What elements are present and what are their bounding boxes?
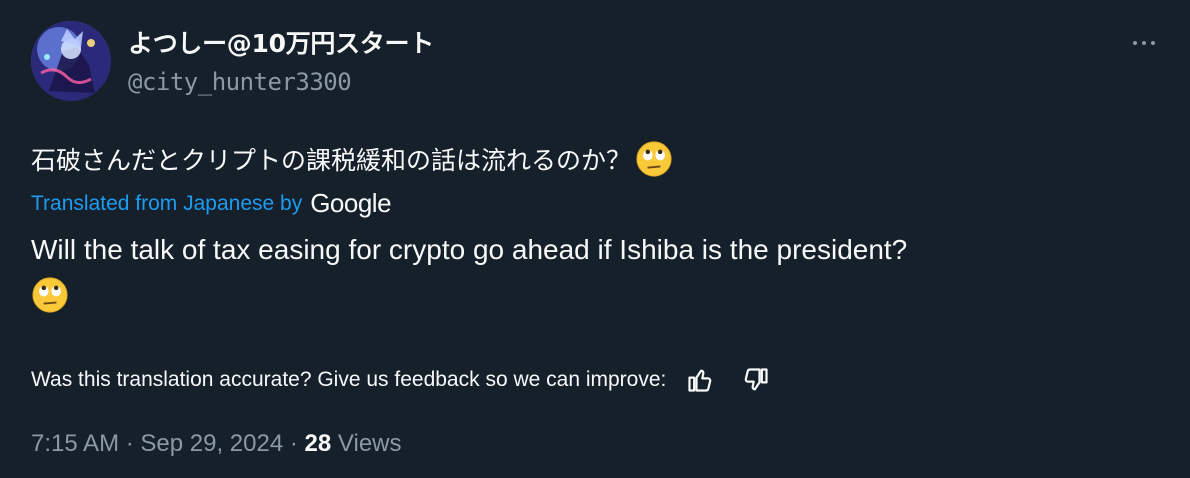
tweet-date[interactable]: Sep 29, 2024 bbox=[140, 430, 283, 457]
more-horizontal-icon bbox=[1133, 41, 1137, 45]
more-horizontal-icon-dot bbox=[1151, 41, 1155, 45]
avatar[interactable] bbox=[31, 21, 111, 101]
user-handle[interactable]: @city_hunter3300 bbox=[128, 68, 352, 96]
face-with-rolling-eyes-icon bbox=[636, 141, 672, 177]
thumbs-down-button[interactable] bbox=[740, 364, 772, 396]
more-options-button[interactable] bbox=[1124, 30, 1164, 56]
tweet-meta: 7:15 AM · Sep 29, 2024 · 28 Views bbox=[31, 430, 402, 458]
original-text-content: 石破さんだとクリプトの課税緩和の話は流れるのか？ bbox=[31, 146, 632, 175]
thumbs-up-icon bbox=[688, 369, 712, 392]
translated-from-link[interactable]: Translated from Japanese by bbox=[31, 192, 302, 216]
display-name[interactable]: よつしー@10万円スタート bbox=[128, 24, 434, 60]
tweet-time[interactable]: 7:15 AM bbox=[31, 430, 119, 457]
avatar-image bbox=[31, 21, 111, 101]
face-with-rolling-eyes-icon bbox=[32, 277, 68, 313]
views-label: Views bbox=[337, 430, 402, 457]
meta-separator: · bbox=[289, 430, 298, 457]
tweet-card: よつしー@10万円スタート @city_hunter3300 石破さんだとクリプ… bbox=[0, 0, 1190, 478]
translation-feedback: Was this translation accurate? Give us f… bbox=[31, 364, 772, 396]
tweet-original-text: 石破さんだとクリプトの課税緩和の話は流れるのか？ bbox=[31, 140, 673, 178]
meta-separator: · bbox=[125, 430, 134, 457]
google-logo: Google bbox=[310, 188, 392, 218]
translation-attribution: Translated from Japanese by Google bbox=[31, 188, 392, 219]
tweet-translated-text: Will the talk of tax easing for crypto g… bbox=[31, 230, 1151, 314]
thumbs-down-icon bbox=[745, 368, 768, 391]
more-horizontal-icon-dot bbox=[1142, 41, 1146, 45]
feedback-prompt: Was this translation accurate? Give us f… bbox=[31, 368, 667, 391]
thumbs-up-button[interactable] bbox=[684, 364, 716, 396]
translated-text-content: Will the talk of tax easing for crypto g… bbox=[31, 234, 908, 265]
views-count[interactable]: 28 bbox=[305, 430, 332, 457]
